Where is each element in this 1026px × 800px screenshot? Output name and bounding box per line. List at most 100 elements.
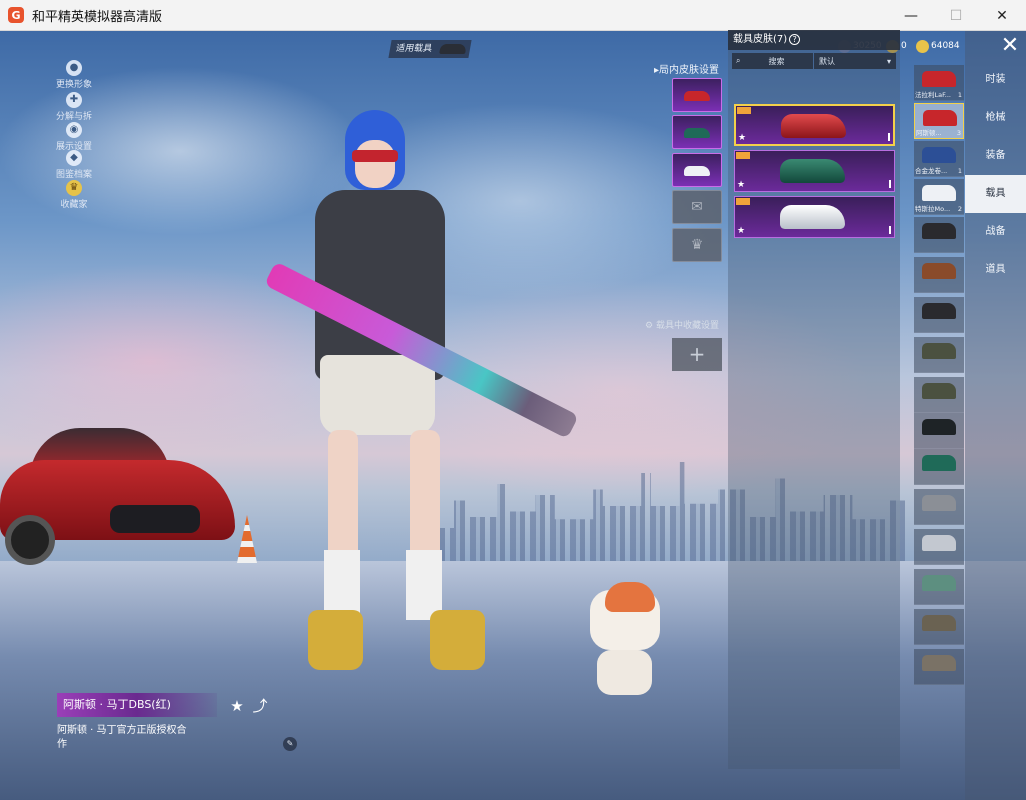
search-input[interactable]: ⌕ 搜索 <box>732 53 813 69</box>
vehicle-list-item[interactable] <box>914 529 964 565</box>
side-item-collector[interactable]: ♛ 收藏家 <box>52 180 96 210</box>
vehicle-thumbnail <box>922 495 956 511</box>
vehicle-list-item[interactable] <box>914 449 964 485</box>
vehicle-thumbnail <box>922 615 956 631</box>
gear-icon: ⚙ <box>645 321 654 331</box>
collection-slot-label: ⚙ 载具中收藏设置 <box>645 321 719 331</box>
showcase-car <box>0 420 240 565</box>
vehicle-list-count: 1 <box>957 167 962 175</box>
vehicle-list-item[interactable] <box>914 337 964 373</box>
vehicle-thumbnail <box>922 185 956 201</box>
nav-tab-items[interactable]: 道具 <box>965 251 1026 289</box>
sort-dropdown[interactable]: 默认 ▾ <box>814 53 896 69</box>
vehicle-list-item[interactable]: 阿斯顿... 3 <box>914 103 964 139</box>
player-character <box>280 110 485 700</box>
vehicle-skin-card[interactable]: ★ <box>734 196 895 238</box>
car-image <box>780 205 845 229</box>
vehicle-skin-card[interactable]: ★ <box>734 104 895 146</box>
vehicle-list-item[interactable] <box>914 257 964 293</box>
vehicle-thumbnail <box>923 110 957 126</box>
vehicle-list-item[interactable] <box>914 413 964 449</box>
selected-item-name: 阿斯顿 · 马丁DBS(红) <box>57 693 217 717</box>
window-titlebar: G 和平精英模拟器高清版 — ☐ ✕ <box>0 0 1026 31</box>
vehicle-list-item[interactable] <box>914 569 964 605</box>
star-icon: ★ <box>738 133 747 143</box>
vehicle-skin-card[interactable]: ★ <box>734 150 895 192</box>
chevron-down-icon: ▾ <box>886 56 891 66</box>
microphone-icon: ✉ <box>691 199 703 215</box>
vehicle-list-item[interactable] <box>914 489 964 525</box>
close-panel-button[interactable]: ✕ <box>996 34 1024 58</box>
side-item-archive[interactable]: ◆ 图鉴档案 <box>52 150 96 180</box>
puzzle-icon: ✚ <box>66 92 82 108</box>
skin-slot-3[interactable] <box>672 153 722 187</box>
tag-badge <box>736 152 750 159</box>
nav-tab-fashion[interactable]: 时装 <box>965 61 1026 99</box>
vehicle-thumbnail <box>922 147 956 163</box>
vehicle-list-item[interactable]: 法拉利LaF... 1 <box>914 65 964 101</box>
vehicle-list-count: 2 <box>957 205 962 213</box>
skin-slot-1[interactable] <box>672 78 722 112</box>
star-icon: ★ <box>737 180 746 190</box>
vehicle-thumbnail <box>922 455 956 471</box>
skin-slot-2[interactable] <box>672 115 722 149</box>
vehicle-thumbnail <box>922 343 956 359</box>
crown-icon: ♛ <box>66 180 82 196</box>
gold-coin-icon <box>916 39 929 53</box>
vehicle-thumbnail <box>922 655 956 671</box>
vehicle-list-item[interactable] <box>914 297 964 333</box>
vehicle-thumbnail <box>922 535 956 551</box>
vehicle-thumbnail <box>922 303 956 319</box>
tag-badge <box>736 198 750 205</box>
car-image <box>780 159 845 183</box>
car-icon <box>439 44 467 54</box>
minimize-button[interactable]: — <box>888 0 934 31</box>
vehicle-list-count: 3 <box>956 129 961 137</box>
vehicle-thumbnail <box>922 575 956 591</box>
vehicle-skin-toolbar: ⌕ 搜索 默认 ▾ <box>732 53 896 69</box>
vehicle-list-item[interactable] <box>914 377 964 413</box>
person-icon: ● <box>66 60 82 76</box>
star-icon: ★ <box>737 226 746 236</box>
vehicle-list-item[interactable]: 特斯拉Mo... 2 <box>914 179 964 215</box>
maximize-button[interactable]: ☐ <box>933 0 979 31</box>
vehicle-list-label: 合金龙卷... <box>915 167 948 175</box>
wrench-icon[interactable]: ✎ <box>283 737 297 751</box>
app-logo-icon: G <box>8 7 24 23</box>
vehicle-skin-panel-title: 载具皮肤(7)? <box>728 30 900 50</box>
vehicle-thumbnail <box>922 419 956 435</box>
share-icon[interactable]: ⤴ <box>251 697 269 715</box>
add-slot-button[interactable]: + <box>672 338 722 371</box>
car-image <box>781 114 846 138</box>
skin-settings-label[interactable]: ▸局内皮肤设置 <box>654 61 719 76</box>
eye-icon: ◉ <box>66 122 82 138</box>
badge-icon: ◆ <box>66 150 82 166</box>
favorite-star-icon[interactable]: ★ <box>228 697 246 715</box>
side-item-display[interactable]: ◉ 展示设置 <box>52 122 96 152</box>
nav-tab-vehicles[interactable]: 载具 <box>965 175 1026 213</box>
vehicle-thumbnail <box>922 383 956 399</box>
pet-companion <box>585 580 665 700</box>
vehicle-list-label: 阿斯顿... <box>916 129 942 137</box>
nav-tab-tactical[interactable]: 战备 <box>965 213 1026 251</box>
close-window-button[interactable]: ✕ <box>979 0 1025 31</box>
side-item-change-look[interactable]: ● 更换形象 <box>52 60 96 90</box>
vehicle-list-item[interactable] <box>914 609 964 645</box>
window-title: 和平精英模拟器高清版 <box>32 9 163 25</box>
crown-icon: ♛ <box>690 237 704 253</box>
vehicle-thumbnail <box>922 223 956 239</box>
nav-tab-equipment[interactable]: 装备 <box>965 137 1026 175</box>
help-icon[interactable]: ? <box>789 34 801 45</box>
vehicle-list-label: 特斯拉Mo... <box>915 205 951 213</box>
skin-slot-locked-1[interactable]: ✉ <box>672 190 722 224</box>
vehicle-list-item[interactable] <box>914 217 964 253</box>
selected-item-desc: 阿斯顿 · 马丁官方正版授权合作 <box>57 725 187 750</box>
vehicle-list-item[interactable]: 合金龙卷... 1 <box>914 141 964 177</box>
vehicle-list-count: 1 <box>957 91 962 99</box>
currency-3: 64084 <box>916 38 960 54</box>
skin-slot-locked-2[interactable]: ♛ <box>672 228 722 262</box>
nav-tab-guns[interactable]: 枪械 <box>965 99 1026 137</box>
vehicle-thumbnail <box>922 263 956 279</box>
apply-vehicle-tag[interactable]: 适用载具 <box>388 40 472 58</box>
vehicle-list-item[interactable] <box>914 649 964 685</box>
